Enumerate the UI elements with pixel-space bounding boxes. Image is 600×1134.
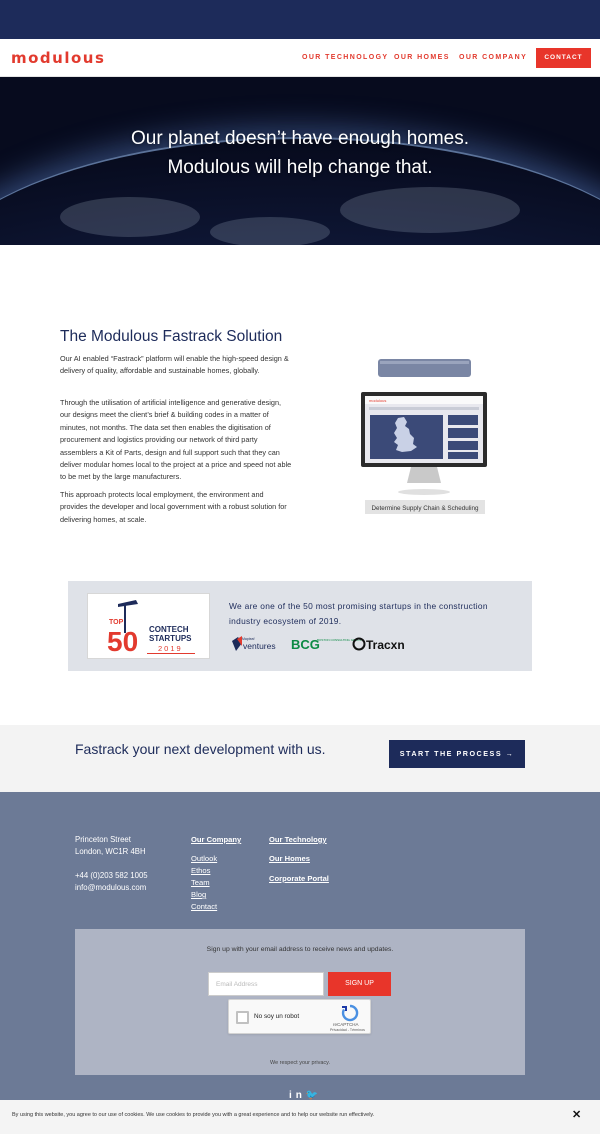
email-input[interactable]: Email Address	[208, 972, 324, 996]
signup-button[interactable]: SIGN UP	[328, 972, 391, 996]
monitor-stand	[407, 467, 441, 483]
start-process-button[interactable]: START THE PROCESS →	[389, 740, 525, 768]
footer-our-company[interactable]: Our Company	[191, 835, 241, 844]
badge-year: 2019	[158, 644, 183, 653]
footer-link-outlook[interactable]: Outlook	[191, 854, 217, 863]
footer-link-blog[interactable]: Blog	[191, 890, 206, 899]
badge-top: TOP	[109, 619, 124, 626]
captcha-checkbox[interactable]	[236, 1011, 249, 1024]
email-address[interactable]: info@modulous.com	[75, 882, 148, 894]
footer-our-technology[interactable]: Our Technology	[269, 835, 327, 844]
footer-corporate-portal[interactable]: Corporate Portal	[269, 874, 329, 883]
badge-number: 50	[107, 626, 138, 657]
badge-line-2: STARTUPS	[149, 634, 192, 643]
footer-our-homes[interactable]: Our Homes	[269, 854, 310, 863]
address-line-1: Princeton Street	[75, 835, 131, 844]
partner-logos: Mapleaf ventures BCG BOSTON CONSULTING G…	[232, 636, 405, 652]
signup-text: Sign up with your email address to recei…	[206, 946, 394, 953]
newsletter-signup: Sign up with your email address to recei…	[75, 929, 525, 1075]
contech-top50-logo: TOP 50 CONTECH STARTUPS 2019	[107, 600, 195, 657]
startups-banner: TOP 50 CONTECH STARTUPS 2019 We are one …	[68, 581, 532, 671]
contech-badge: TOP 50 CONTECH STARTUPS 2019	[87, 593, 210, 659]
cookie-banner: By using this website, you agree to our …	[0, 1100, 600, 1134]
privacy-note: We respect your privacy.	[269, 1060, 330, 1066]
footer-link-team[interactable]: Team	[191, 878, 210, 887]
partner-bcg: BCG	[291, 637, 320, 652]
partner-tracxn: Tracxn	[366, 638, 405, 652]
partner-mapleaf: ventures	[243, 641, 276, 651]
captcha-privacy-terms[interactable]: Privacidad - Términos	[330, 1028, 365, 1032]
phone-number[interactable]: +44 (0)203 582 1005	[75, 870, 148, 882]
footer-link-ethos[interactable]: Ethos	[191, 866, 210, 875]
badge-line-1: CONTECH	[149, 625, 189, 634]
cta-text: Fastrack your next development with us.	[75, 741, 326, 757]
cookie-text: By using this website, you agree to our …	[12, 1112, 375, 1118]
close-icon[interactable]: ✕	[572, 1108, 581, 1121]
startups-text: We are one of the 50 most promising star…	[229, 601, 488, 626]
captcha-label: No soy un robot	[254, 1013, 300, 1020]
site-footer: Princeton Street London, WC1R 4BH +44 (0…	[0, 792, 600, 1134]
screen-logo: modulous	[369, 398, 386, 403]
recaptcha-icon	[341, 1004, 359, 1022]
captcha-brand: reCAPTCHA	[333, 1022, 359, 1027]
address-line-2: London, WC1R 4BH	[75, 847, 146, 856]
illustration-caption: Determine Supply Chain & Scheduling	[371, 505, 479, 512]
footer-contact-info: Princeton Street London, WC1R 4BH +44 (0…	[75, 834, 148, 894]
recaptcha-widget: No soy un robot reCAPTCHA Privacidad - T…	[228, 999, 371, 1034]
cta-band: Fastrack your next development with us. …	[0, 725, 600, 792]
footer-link-contact[interactable]: Contact	[191, 902, 217, 911]
